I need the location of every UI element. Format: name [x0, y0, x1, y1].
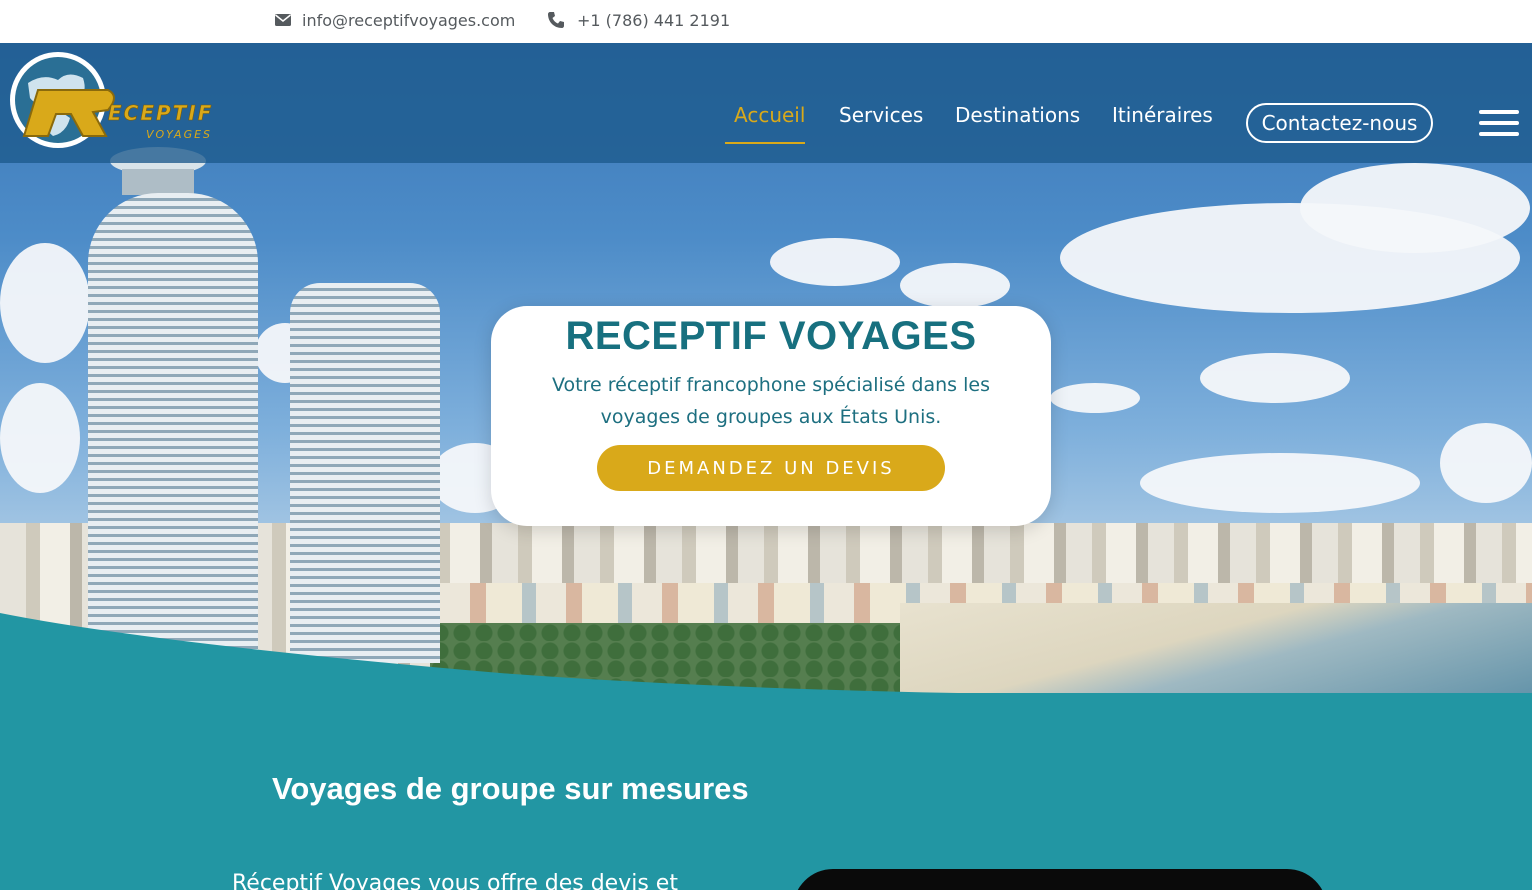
section-heading: Voyages de groupe sur mesures: [272, 771, 749, 806]
hero-card: RECEPTIF VOYAGES Votre réceptif francoph…: [491, 306, 1051, 526]
nav-accueil[interactable]: Accueil: [734, 103, 805, 127]
cloud: [770, 238, 900, 286]
top-contact-bar: info@receptifvoyages.com +1 (786) 441 21…: [0, 0, 1532, 43]
teal-wave: [0, 613, 1532, 693]
phone-icon: [548, 12, 564, 28]
hero-section: ECEPTIF VOYAGES Accueil Services Destina…: [0, 43, 1532, 693]
active-nav-underline: [725, 142, 805, 144]
cloud: [0, 243, 90, 363]
cloud: [1300, 163, 1530, 253]
cloud: [1140, 453, 1420, 513]
phone-contact[interactable]: +1 (786) 441 2191: [547, 0, 730, 40]
nav-destinations[interactable]: Destinations: [955, 103, 1080, 127]
cloud: [900, 263, 1010, 308]
section-paragraph: Réceptif Voyages vous offre des devis et: [232, 871, 678, 890]
nav-itineraires[interactable]: Itinéraires: [1112, 103, 1213, 127]
receptif-voyages-logo[interactable]: ECEPTIF VOYAGES: [8, 48, 248, 153]
hamburger-menu-icon[interactable]: [1479, 110, 1519, 136]
group-travel-section: Voyages de groupe sur mesures Réceptif V…: [0, 693, 1532, 890]
email-text[interactable]: info@receptifvoyages.com: [302, 11, 515, 30]
video-embed[interactable]: [793, 869, 1327, 890]
cloud: [1050, 383, 1140, 413]
tower-top: [122, 169, 194, 195]
cloud: [1440, 423, 1532, 503]
cloud: [0, 383, 80, 493]
cloud: [1200, 353, 1350, 403]
svg-text:VOYAGES: VOYAGES: [146, 128, 212, 141]
nav-services[interactable]: Services: [839, 103, 923, 127]
svg-text:ECEPTIF: ECEPTIF: [108, 101, 213, 125]
request-quote-button[interactable]: DEMANDEZ UN DEVIS: [597, 445, 945, 491]
hero-title: RECEPTIF VOYAGES: [565, 314, 977, 358]
phone-text[interactable]: +1 (786) 441 2191: [577, 11, 730, 30]
hero-subtitle: Votre réceptif francophone spécialisé da…: [552, 374, 990, 428]
email-contact[interactable]: info@receptifvoyages.com: [274, 0, 515, 40]
contact-button[interactable]: Contactez-nous: [1246, 103, 1433, 143]
tall-tower: [88, 193, 258, 663]
envelope-icon: [275, 14, 291, 26]
